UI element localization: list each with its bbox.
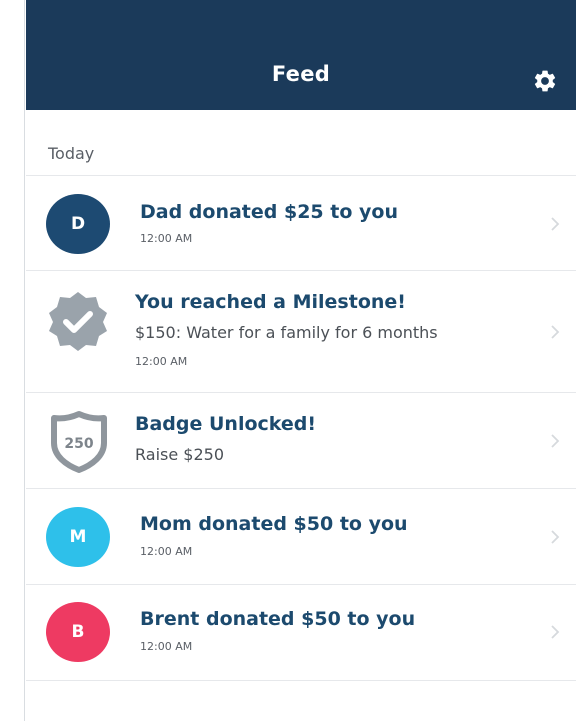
feed-item[interactable]: M Mom donated $50 to you 12:00 AM [26, 489, 576, 585]
chevron-right-icon [551, 530, 560, 544]
chevron-right-icon [551, 325, 560, 339]
chevron-right-icon [551, 625, 560, 639]
badge-number: 250 [64, 436, 93, 452]
feed-item-time: 12:00 AM [140, 640, 193, 653]
avatar-circle: B [46, 602, 110, 662]
chevron-right-icon [551, 217, 560, 231]
shield-badge: 250 [48, 409, 112, 473]
feed-item[interactable]: 250 Badge Unlocked! Raise $250 [26, 393, 576, 489]
page-title: Feed [271, 62, 331, 86]
left-edge-divider [24, 0, 25, 721]
left-edge [0, 0, 26, 721]
avatar: D [46, 194, 110, 258]
settings-button[interactable] [530, 66, 560, 96]
header-bar: Feed [26, 0, 576, 110]
milestone-badge [46, 289, 110, 353]
feed-item-title: Brent donated $50 to you [140, 608, 416, 630]
avatar-circle: M [46, 507, 110, 567]
feed-item[interactable]: You reached a Milestone! $150: Water for… [26, 271, 576, 393]
feed-item-title: Dad donated $25 to you [140, 201, 398, 223]
avatar: M [46, 507, 110, 571]
feed-item[interactable]: D Dad donated $25 to you 12:00 AM [26, 176, 576, 271]
shield-badge-icon: 250 [51, 411, 107, 473]
feed-item-title: You reached a Milestone! [135, 291, 406, 313]
feed-item-title: Mom donated $50 to you [140, 513, 408, 535]
check-badge-icon [49, 292, 107, 351]
feed-item[interactable]: B Brent donated $50 to you 12:00 AM [26, 585, 576, 681]
avatar: B [46, 602, 110, 666]
feed-item-time: 12:00 AM [135, 355, 188, 368]
gear-icon [534, 70, 556, 92]
feed-screen: Feed Today D Dad donated $25 to you 12:0… [26, 0, 576, 721]
feed-item-time: 12:00 AM [140, 545, 193, 558]
avatar-circle: D [46, 194, 110, 254]
chevron-right-icon [551, 434, 560, 448]
feed-item-title: Badge Unlocked! [135, 413, 317, 435]
feed-item-subtitle: $150: Water for a family for 6 months [135, 323, 438, 342]
feed-item-subtitle: Raise $250 [135, 445, 224, 464]
feed-item-time: 12:00 AM [140, 232, 193, 245]
section-label-today: Today [48, 144, 95, 163]
